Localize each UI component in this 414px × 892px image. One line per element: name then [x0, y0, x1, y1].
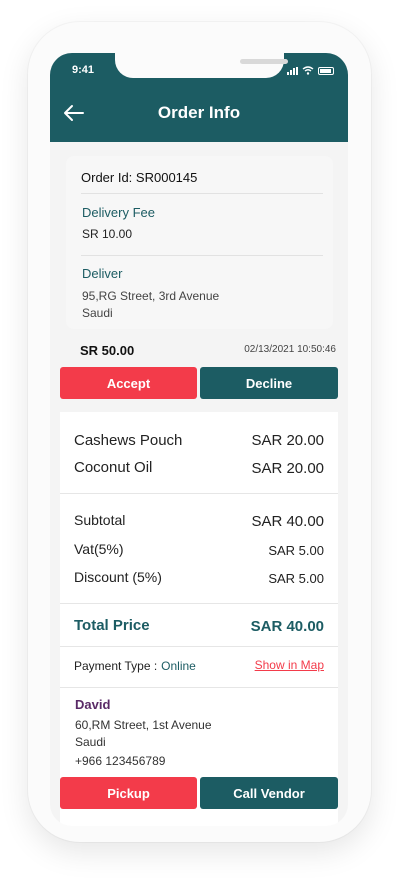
discount-label: Discount (5%) [74, 569, 162, 585]
order-id-label: Order Id: [81, 170, 133, 185]
accept-button[interactable]: Accept [60, 367, 197, 399]
vat-label: Vat(5%) [74, 541, 124, 557]
deliver-address-line1: 95,RG Street, 3rd Avenue [82, 289, 220, 303]
app-screen: 9:41 Order Info Order Id: SR000145 Deliv… [50, 53, 348, 826]
vat-value: SAR 5.00 [268, 543, 324, 558]
customer-address-line1: 60,RM Street, 1st Avenue [75, 718, 212, 732]
payment-type-label: Payment Type : [74, 659, 158, 673]
order-time: 10:50:46 [297, 344, 336, 355]
order-id: Order Id: SR000145 [81, 170, 197, 185]
customer-phone: +966 123456789 [75, 754, 166, 768]
divider [60, 603, 338, 604]
signal-icon [287, 66, 298, 75]
total-price-value: SAR 40.00 [250, 618, 324, 635]
show-in-map-link[interactable]: Show in Map [255, 658, 324, 672]
app-header: 9:41 Order Info [50, 53, 348, 142]
order-price: SR 50.00 [80, 343, 135, 358]
status-icons [287, 66, 334, 75]
delivery-fee-label: Delivery Fee [82, 205, 155, 220]
payment-type-value: Online [161, 659, 196, 673]
order-datetime: 02/13/2021 10:50:46 [244, 344, 336, 355]
order-date: 02/13/2021 [244, 344, 295, 355]
wifi-icon [302, 66, 314, 75]
payment-type: Payment Type : Online [74, 659, 196, 673]
order-summary-card: Order Id: SR000145 Delivery Fee SR 10.00… [66, 156, 333, 329]
deliver-address-line2: Saudi [82, 306, 113, 320]
total-price-label: Total Price [74, 617, 150, 634]
speaker-grille [240, 59, 288, 64]
call-vendor-button[interactable]: Call Vendor [200, 777, 338, 809]
device-notch [115, 53, 288, 78]
divider [81, 255, 323, 256]
divider [60, 646, 338, 647]
divider [81, 193, 323, 194]
subtotal-label: Subtotal [74, 512, 126, 528]
deliver-label: Deliver [82, 266, 123, 281]
customer-address-line2: Saudi [75, 735, 106, 749]
order-items-card: Cashews Pouch SAR 20.00 Coconut Oil SAR … [60, 412, 338, 826]
status-time: 9:41 [72, 64, 95, 76]
discount-value: SAR 5.00 [268, 571, 324, 586]
customer-name: David [75, 697, 111, 712]
divider [60, 493, 338, 494]
item-name: Coconut Oil [74, 459, 153, 476]
item-price: SAR 20.00 [251, 460, 324, 477]
delivery-fee-value: SR 10.00 [82, 227, 133, 241]
page-title: Order Info [157, 103, 241, 122]
pickup-button[interactable]: Pickup [60, 777, 197, 809]
battery-icon [318, 66, 334, 75]
item-name: Cashews Pouch [74, 432, 183, 449]
decline-button[interactable]: Decline [200, 367, 338, 399]
order-id-value: SR000145 [135, 170, 198, 185]
subtotal-value: SAR 40.00 [251, 513, 324, 530]
item-price: SAR 20.00 [251, 432, 324, 449]
divider [60, 687, 338, 688]
